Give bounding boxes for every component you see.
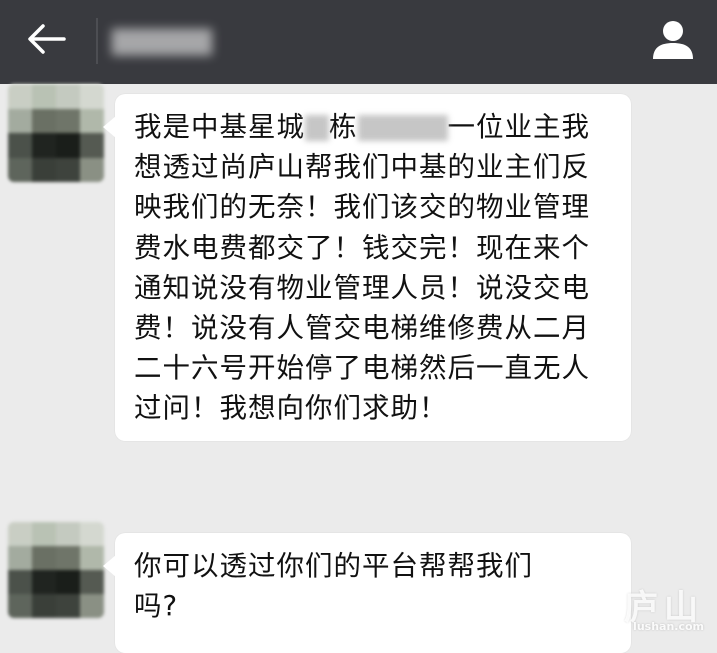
avatar[interactable] [8,84,104,182]
arrow-left-icon [28,24,66,54]
message-text: 你可以透过你们的平台帮帮我们吗? [134,550,533,623]
header-divider [96,18,98,64]
message-bubble[interactable]: 我是中基星城栋一位业主我想透过尚庐山帮我们中基的业主们反映我们的无奈！我们该交的… [103,94,631,441]
person-icon [653,21,693,59]
chat-header: ▇▇▇▇▇ [0,0,717,84]
message-text: 我是中基星城栋一位业主我想透过尚庐山帮我们中基的业主们反映我们的无奈！我们该交的… [134,111,590,425]
watermark-url: lushan.com [633,620,704,633]
message-bubble[interactable]: 你可以透过你们的平台帮帮我们吗? [103,533,631,653]
back-button[interactable] [22,18,72,60]
redacted-text [357,115,448,141]
avatar[interactable] [8,522,104,618]
watermark-text: 庐山 [624,588,704,628]
chat-title: ▇▇▇▇▇ [112,26,212,56]
redacted-text [305,115,329,141]
profile-button[interactable] [648,14,698,64]
